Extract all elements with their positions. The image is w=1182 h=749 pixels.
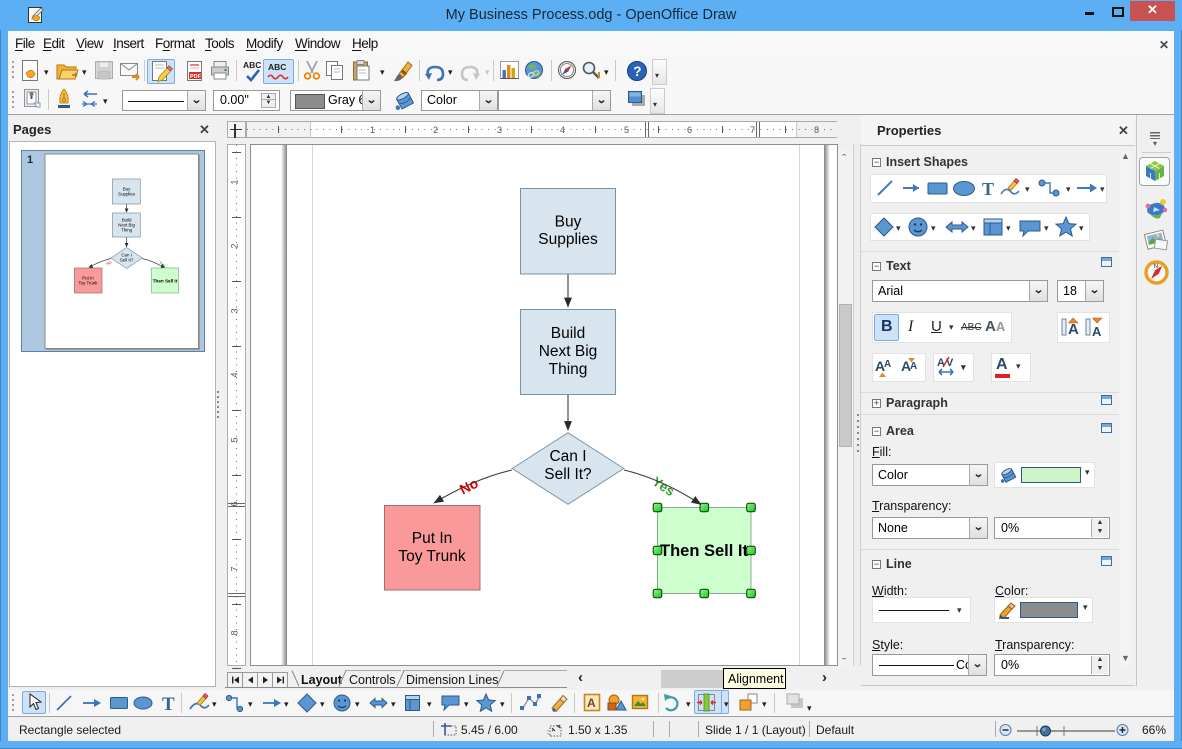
svg-text:T: T	[982, 179, 994, 199]
svg-text:▾: ▾	[1044, 223, 1049, 233]
svg-text:Thing: Thing	[121, 228, 133, 233]
svg-text:▾: ▾	[485, 67, 490, 77]
svg-text:Sell It?: Sell It?	[544, 466, 592, 483]
svg-text:▾: ▾	[391, 699, 396, 709]
svg-text:Toy Trunk: Toy Trunk	[398, 548, 465, 565]
svg-text:Then Sell It: Then Sell It	[153, 279, 178, 284]
svg-text:▾: ▾	[1100, 184, 1105, 194]
svg-text:?: ?	[633, 64, 641, 79]
svg-text:▾: ▾	[320, 699, 325, 709]
svg-text:Supplies: Supplies	[118, 192, 136, 197]
svg-text:▾: ▾	[1066, 184, 1071, 194]
svg-text:▾: ▾	[248, 699, 253, 709]
svg-text:▾: ▾	[380, 67, 385, 77]
svg-text:Put In: Put In	[412, 530, 453, 547]
svg-text:Buy: Buy	[555, 214, 582, 231]
svg-text:▾: ▾	[464, 699, 469, 709]
svg-text:A: A	[937, 357, 945, 369]
svg-text:Yes: Yes	[650, 474, 678, 499]
svg-text:▾: ▾	[448, 67, 453, 77]
svg-text:A: A	[1068, 321, 1079, 338]
svg-text:▾: ▾	[604, 67, 609, 77]
svg-text:▾: ▾	[44, 67, 49, 77]
svg-text:▾: ▾	[762, 699, 767, 709]
svg-text:Can I: Can I	[549, 448, 586, 465]
svg-text:Supplies: Supplies	[538, 231, 598, 248]
svg-text:▾: ▾	[212, 699, 217, 709]
svg-text:▾: ▾	[1025, 184, 1030, 194]
svg-text:▾: ▾	[931, 223, 936, 233]
svg-text:Build: Build	[551, 325, 585, 342]
svg-text:N: N	[1154, 263, 1159, 270]
svg-text:▾: ▾	[427, 699, 432, 709]
svg-text:A: A	[587, 696, 596, 710]
svg-text:T: T	[162, 694, 175, 715]
svg-text:▾: ▾	[960, 362, 966, 372]
svg-text:▾: ▾	[284, 699, 289, 709]
svg-text:PDF: PDF	[190, 74, 202, 80]
svg-text:Next Big: Next Big	[539, 343, 598, 360]
svg-text:A: A	[1092, 324, 1102, 339]
svg-text:▾: ▾	[971, 223, 976, 233]
svg-text:▾: ▾	[686, 699, 691, 709]
svg-text:▾: ▾	[807, 703, 812, 713]
svg-text:ABC: ABC	[243, 60, 261, 70]
svg-text:▾: ▾	[103, 96, 108, 106]
svg-text:A: A	[910, 361, 917, 372]
svg-text:A: A	[884, 359, 891, 370]
svg-text:No: No	[457, 475, 481, 498]
svg-text:Toy Trunk: Toy Trunk	[78, 281, 98, 286]
svg-text:▾: ▾	[1079, 223, 1084, 233]
svg-text:▾: ▾	[1006, 223, 1011, 233]
svg-text:1: 1	[27, 154, 33, 166]
svg-text:▾: ▾	[896, 223, 901, 233]
svg-text:Then Sell It: Then Sell It	[660, 542, 749, 560]
svg-text:▾: ▾	[82, 67, 87, 77]
svg-text:ABC: ABC	[268, 62, 286, 72]
svg-text:▾: ▾	[724, 699, 729, 709]
svg-text:Thing: Thing	[549, 361, 588, 378]
svg-text:Sell It?: Sell It?	[120, 258, 134, 263]
svg-text:▾: ▾	[500, 699, 505, 709]
svg-text:▾: ▾	[355, 699, 360, 709]
